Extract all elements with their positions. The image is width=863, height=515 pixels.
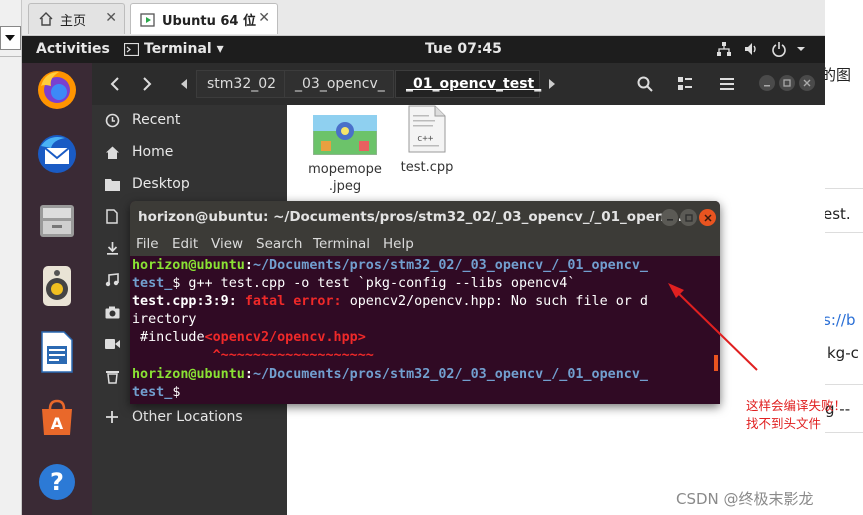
annotation-arrow xyxy=(668,283,758,371)
annotation-text: 这样会编译失败！找不到头文件 xyxy=(746,398,847,431)
watermark: CSDN @终极末影龙 xyxy=(676,490,814,508)
